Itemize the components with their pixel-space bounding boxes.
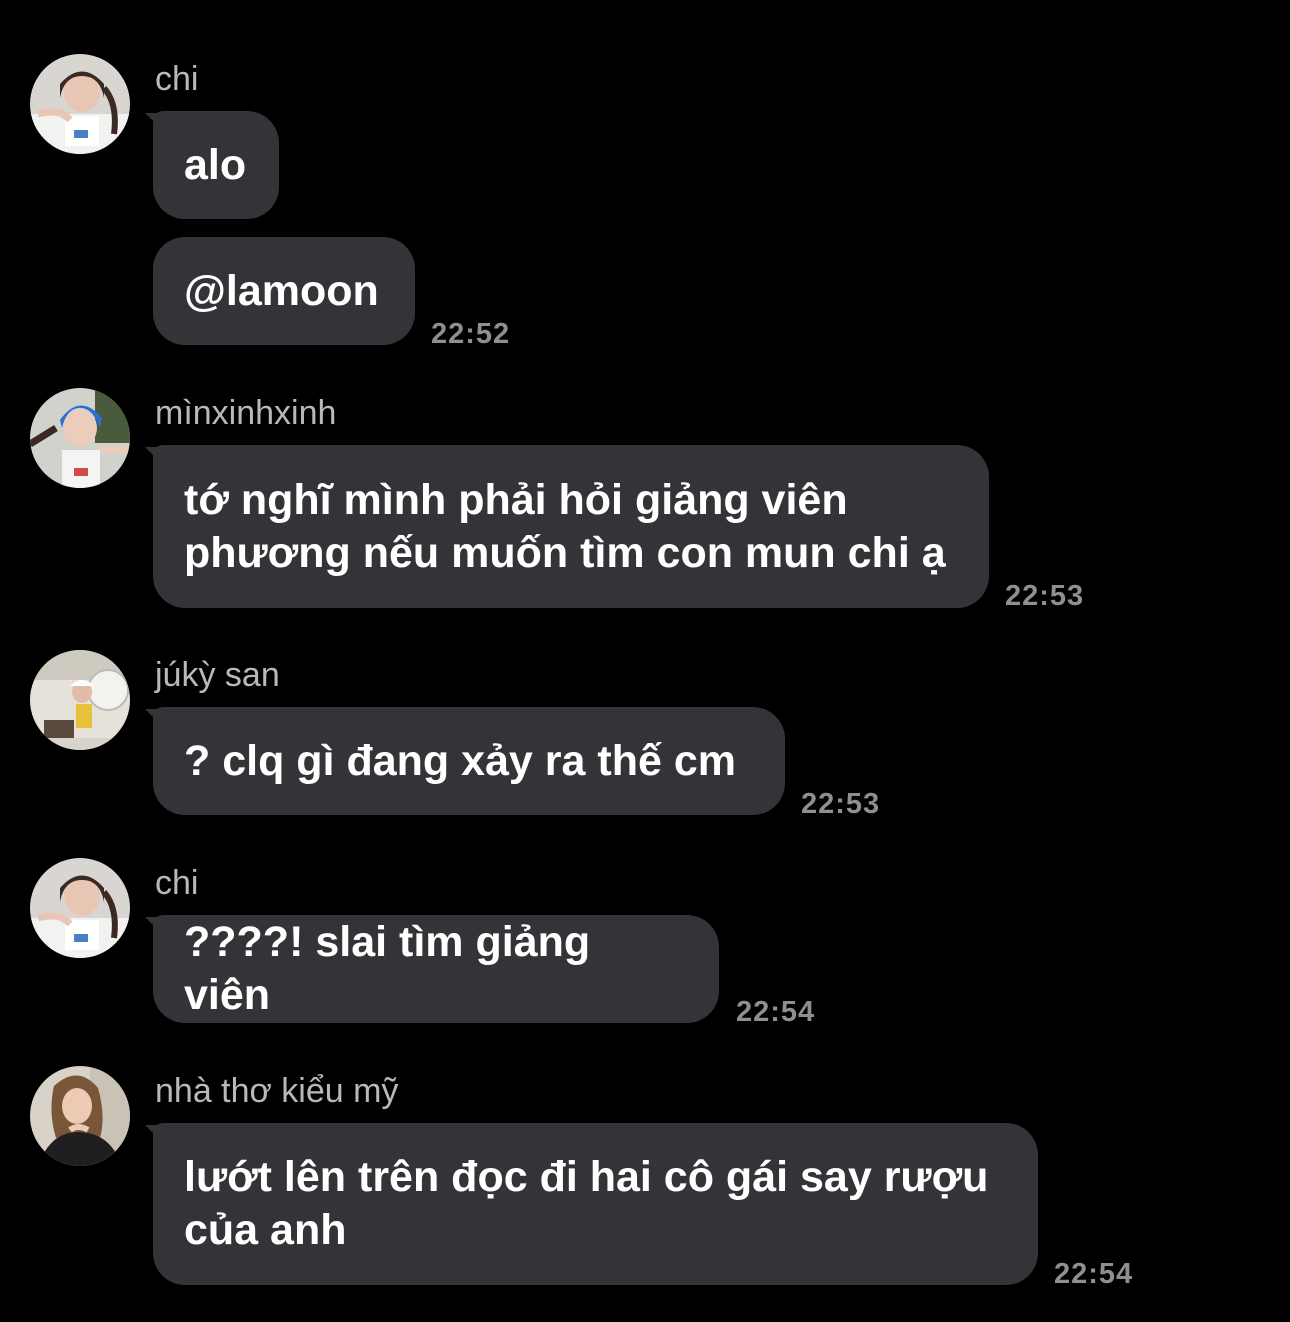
avatar-chi-2[interactable] <box>30 858 130 958</box>
message-timestamp: 22:53 <box>1005 580 1085 612</box>
sender-name: nhà thơ kiểu mỹ <box>155 1072 399 1110</box>
avatar-minxinhxinh[interactable] <box>30 388 130 488</box>
message-bubble[interactable]: ????! slai tìm giảng viên <box>153 915 719 1023</box>
avatar-chi-1[interactable] <box>30 54 130 154</box>
message-text: tớ nghĩ mình phải hỏi giảng viên phương … <box>184 475 946 577</box>
sender-name: júkỳ san <box>155 656 280 694</box>
message-text: @lamoon <box>184 266 379 315</box>
message-text: lướt lên trên đọc đi hai cô gái say rượu… <box>184 1153 989 1254</box>
avatar-image <box>30 858 130 958</box>
message-bubble[interactable]: @lamoon <box>153 237 415 345</box>
message-bubble[interactable]: ? clq gì đang xảy ra thế cm <box>153 707 785 815</box>
message-timestamp: 22:53 <box>801 788 881 820</box>
avatar-image <box>30 54 130 154</box>
message-timestamp: 22:52 <box>431 318 511 350</box>
sender-name: chi <box>155 60 199 98</box>
avatar-nha-tho-kieu-my[interactable] <box>30 1066 130 1166</box>
message-text: ????! slai tìm giảng viên <box>184 918 591 1019</box>
avatar-image <box>30 388 130 488</box>
message-bubble[interactable]: tớ nghĩ mình phải hỏi giảng viên phương … <box>153 445 989 608</box>
sender-name: mìnxinhxinh <box>155 394 337 432</box>
message-bubble[interactable]: lướt lên trên đọc đi hai cô gái say rượu… <box>153 1123 1038 1285</box>
message-bubble[interactable]: alo <box>153 111 279 219</box>
sender-name: chi <box>155 864 199 902</box>
message-text: alo <box>184 140 247 189</box>
message-timestamp: 22:54 <box>1054 1258 1134 1290</box>
message-timestamp: 22:54 <box>736 996 816 1028</box>
message-text: ? clq gì đang xảy ra thế cm <box>184 736 736 785</box>
avatar-juky-san[interactable] <box>30 650 130 750</box>
avatar-image <box>30 1066 130 1166</box>
avatar-image <box>30 650 130 750</box>
